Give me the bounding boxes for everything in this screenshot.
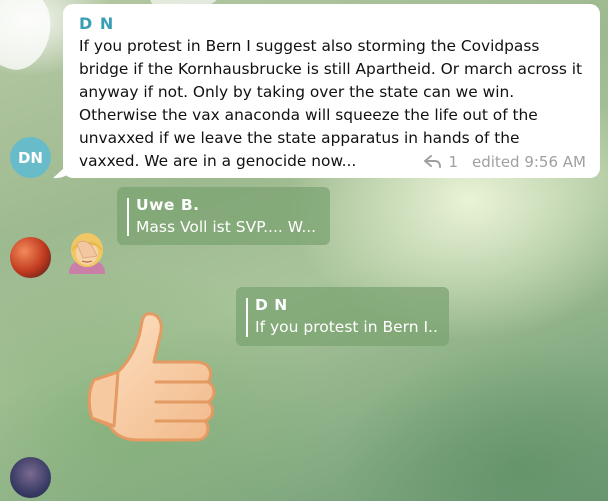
quoted-sender: D N xyxy=(255,296,288,314)
quoted-snippet: If you protest in Bern I... xyxy=(255,318,437,336)
background-petal xyxy=(0,0,62,78)
facepalm-emoji-icon xyxy=(69,233,105,274)
message-sender[interactable]: D N xyxy=(79,14,584,34)
avatar-initials: DN xyxy=(17,148,43,167)
quoted-sender: Uwe B. xyxy=(136,196,200,214)
reply-arrow-icon[interactable] xyxy=(424,155,442,169)
avatar[interactable] xyxy=(10,237,51,278)
thumbs-up-emoji-icon xyxy=(87,312,216,442)
quoted-snippet: Mass Voll ist SVP.... W... xyxy=(136,218,317,236)
reply-quote[interactable]: D N If you protest in Bern I... xyxy=(236,287,449,346)
message-meta: 1 edited 9:56 AM xyxy=(424,153,586,171)
avatar[interactable] xyxy=(10,457,51,498)
reply-count[interactable]: 1 xyxy=(448,153,458,171)
reply-quote[interactable]: Uwe B. Mass Voll ist SVP.... W... xyxy=(117,187,330,245)
message-time: edited 9:56 AM xyxy=(472,153,586,171)
message-bubble[interactable]: D N If you protest in Bern I suggest als… xyxy=(63,4,600,178)
avatar[interactable]: DN xyxy=(10,137,51,178)
